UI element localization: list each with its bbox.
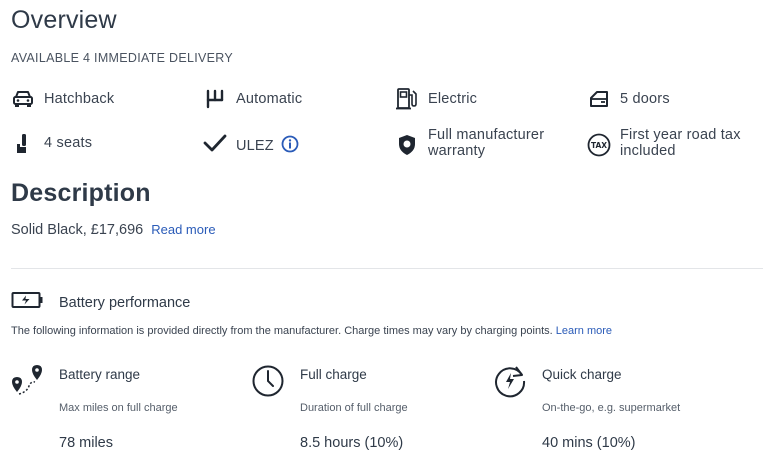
quick-charge-value: 40 mins (10%) — [542, 435, 636, 451]
full-charge-value: 8.5 hours (10%) — [300, 435, 404, 451]
seat-icon — [11, 131, 35, 155]
warranty-line2: warranty — [428, 143, 486, 159]
spec-transmission: Automatic — [203, 87, 302, 111]
spec-fuel: Electric — [395, 87, 477, 111]
spec-doors-label: 5 doors — [620, 91, 670, 107]
battery-icon — [11, 290, 44, 315]
spec-fuel-label: Electric — [428, 91, 478, 107]
description-title: Description — [11, 179, 151, 207]
availability-text: AVAILABLE 4 IMMEDIATE DELIVERY — [11, 51, 234, 65]
warranty-line1: Full manufacturer — [428, 127, 545, 143]
overview-title: Overview — [11, 6, 117, 34]
road-tax-line1: First year road tax — [620, 127, 741, 143]
checkmark-icon — [203, 131, 227, 155]
battery-range-subtitle: Max miles on full charge — [59, 402, 178, 414]
spec-warranty: Full manufacturer warranty — [395, 127, 544, 159]
battery-range-value: 78 miles — [59, 435, 113, 451]
section-divider — [11, 268, 763, 269]
shield-icon — [395, 133, 419, 157]
car-icon — [11, 87, 35, 111]
spec-ulez-label: ULEZ — [236, 135, 299, 154]
tax-icon: TAX — [587, 133, 611, 157]
spec-road-tax: TAX First year road tax included — [587, 127, 741, 159]
quick-charge-icon — [494, 364, 528, 398]
svg-text:TAX: TAX — [591, 141, 607, 150]
spec-body-type-label: Hatchback — [44, 91, 115, 107]
spec-body-type: Hatchback — [11, 87, 114, 111]
manufacturer-note: The following information is provided di… — [11, 325, 612, 337]
read-more-link[interactable]: Read more — [151, 222, 215, 237]
spec-warranty-label: Full manufacturer warranty — [428, 127, 544, 159]
spec-road-tax-label: First year road tax included — [620, 127, 741, 159]
spec-doors: 5 doors — [587, 87, 670, 111]
description-text: Solid Black, £17,696 Read more — [11, 222, 216, 238]
learn-more-link[interactable]: Learn more — [556, 325, 612, 337]
map-pin-icon — [11, 364, 45, 398]
quick-charge-subtitle: On-the-go, e.g. supermarket — [542, 402, 681, 414]
battery-header: Battery performance — [11, 290, 190, 315]
car-door-icon — [587, 87, 611, 111]
road-tax-line2: included — [620, 143, 676, 159]
ulez-text: ULEZ — [236, 138, 274, 154]
clock-icon — [252, 364, 286, 398]
spec-ulez: ULEZ — [203, 131, 299, 155]
description-price-text: Solid Black, £17,696 — [11, 222, 144, 238]
spec-seats-label: 4 seats — [44, 135, 93, 151]
spec-seats: 4 seats — [11, 131, 92, 155]
manufacturer-note-text: The following information is provided di… — [11, 325, 553, 337]
battery-range-title: Battery range — [59, 367, 141, 382]
full-charge-title: Full charge — [300, 367, 367, 382]
battery-performance-title: Battery performance — [59, 294, 191, 311]
gearbox-icon — [203, 87, 227, 111]
info-icon[interactable] — [281, 135, 299, 153]
fuel-pump-icon — [395, 87, 419, 111]
full-charge-subtitle: Duration of full charge — [300, 402, 408, 414]
spec-transmission-label: Automatic — [236, 91, 303, 107]
quick-charge-title: Quick charge — [542, 367, 622, 382]
